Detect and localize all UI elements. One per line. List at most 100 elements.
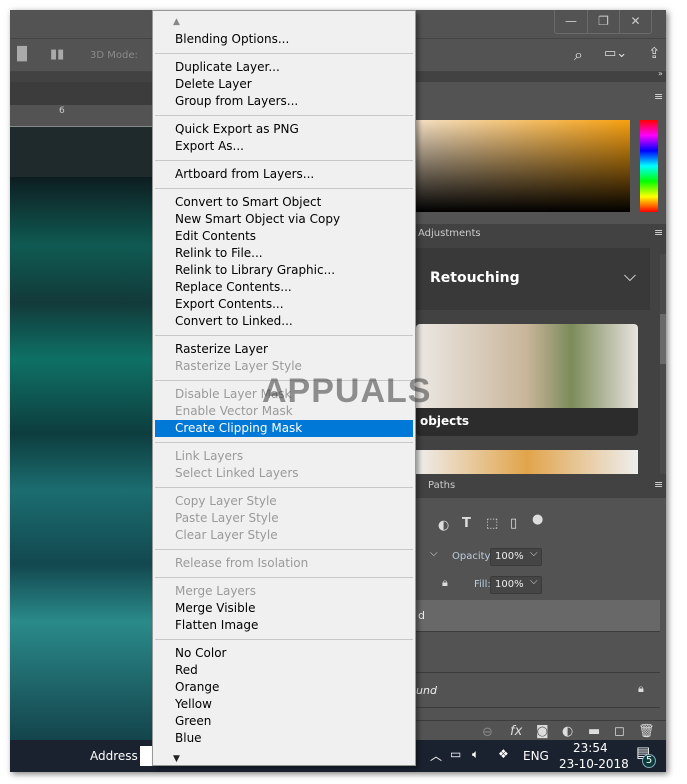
search-icon[interactable]: ⌕ bbox=[574, 45, 583, 65]
card-label: objects bbox=[420, 414, 470, 428]
menu-item-relink-to-file[interactable]: Relink to File... bbox=[155, 245, 413, 262]
menu-item-clear-layer-style: Clear Layer Style bbox=[175, 528, 278, 542]
lock-icon[interactable]: 🔒︎ bbox=[442, 576, 448, 590]
tab-paths[interactable]: Paths bbox=[428, 480, 455, 491]
layer-row-background[interactable]: und 🔒︎ bbox=[416, 674, 660, 708]
menu-item-link-layers: Link Layers bbox=[175, 449, 244, 463]
scroll-up-icon[interactable]: ▲ bbox=[173, 17, 180, 27]
menu-item-relink-to-library-graphic[interactable]: Relink to Library Graphic... bbox=[155, 262, 413, 279]
menu-separator bbox=[155, 188, 413, 189]
scrollbar[interactable] bbox=[660, 254, 666, 480]
menu-item-export-contents[interactable]: Export Contents... bbox=[155, 296, 413, 313]
menu-item-copy-layer-style: Copy Layer Style bbox=[175, 494, 277, 508]
mask-icon[interactable]: ◙ bbox=[536, 724, 549, 739]
menu-separator bbox=[155, 53, 413, 54]
panel-menu-icon[interactable]: ≡ bbox=[654, 478, 663, 491]
canvas-header bbox=[10, 82, 152, 105]
opacity-label: Opacity: bbox=[452, 551, 494, 562]
canvas[interactable] bbox=[10, 127, 152, 747]
menu-item-no-color[interactable]: No Color bbox=[155, 645, 413, 662]
close-button[interactable]: ✕ bbox=[619, 10, 651, 33]
collapse-icon[interactable]: » bbox=[658, 69, 663, 78]
menu-separator bbox=[155, 639, 413, 640]
tutorial-card[interactable]: objects bbox=[416, 324, 638, 436]
clock-date[interactable]: 23-10-2018 bbox=[559, 757, 629, 771]
align-icon[interactable]: ▐▌ bbox=[12, 47, 32, 62]
panel-menu-icon[interactable]: ≡ bbox=[654, 226, 663, 239]
menu-item-merge-layers: Merge Layers bbox=[175, 584, 256, 598]
menu-item-yellow[interactable]: Yellow bbox=[155, 696, 413, 713]
adjustments-panel: Adjustments ≡ Retouching ⌵ objects bbox=[416, 224, 666, 480]
chevron-down-icon[interactable]: ⌵ bbox=[530, 548, 538, 559]
menu-item-flatten-image[interactable]: Flatten Image bbox=[155, 617, 413, 634]
color-field[interactable] bbox=[416, 120, 630, 212]
menu-item-replace-contents[interactable]: Replace Contents... bbox=[155, 279, 413, 296]
adjustment-layer-icon[interactable]: ◐ bbox=[562, 724, 573, 739]
scroll-down-icon[interactable]: ▼ bbox=[173, 754, 180, 764]
menu-item-blending-options[interactable]: Blending Options... bbox=[155, 31, 413, 48]
menu-item-select-linked-layers: Select Linked Layers bbox=[175, 466, 299, 480]
learn-header[interactable]: Retouching ⌵ bbox=[416, 248, 650, 310]
menu-item-edit-contents[interactable]: Edit Contents bbox=[155, 228, 413, 245]
tab-adjustments[interactable]: Adjustments bbox=[418, 228, 481, 239]
menu-item-rasterize-layer[interactable]: Rasterize Layer bbox=[155, 341, 413, 358]
dropbox-icon[interactable]: ❖ bbox=[498, 747, 509, 761]
adjustment-filter-icon[interactable]: ◐ bbox=[438, 518, 449, 533]
menu-item-quick-export-as-png[interactable]: Quick Export as PNG bbox=[155, 121, 413, 138]
link-icon[interactable]: ⊖ bbox=[482, 725, 493, 740]
blend-mode-dropdown[interactable]: ⌵ bbox=[430, 548, 438, 559]
watermark-logo: APPUALS bbox=[262, 372, 432, 410]
volume-icon[interactable]: 🔈︎ bbox=[472, 747, 479, 762]
menu-item-new-smart-object-via-copy[interactable]: New Smart Object via Copy bbox=[155, 211, 413, 228]
battery-icon[interactable]: ▭ bbox=[450, 747, 461, 761]
restore-button[interactable]: ❐ bbox=[587, 10, 619, 33]
notification-badge: 5 bbox=[642, 754, 656, 768]
menu-item-delete-layer[interactable]: Delete Layer bbox=[155, 76, 413, 93]
menu-item-duplicate-layer[interactable]: Duplicate Layer... bbox=[155, 59, 413, 76]
address-input[interactable] bbox=[140, 746, 152, 766]
layer-row-selected[interactable]: d bbox=[416, 600, 660, 632]
menu-separator bbox=[155, 442, 413, 443]
menu-item-merge-visible[interactable]: Merge Visible bbox=[155, 600, 413, 617]
folder-icon[interactable]: ▬ bbox=[588, 724, 600, 739]
menu-item-export-as[interactable]: Export As... bbox=[155, 138, 413, 155]
tray-chevron-icon[interactable]: ︿ bbox=[430, 747, 442, 764]
panel-menu-icon[interactable]: ≡ bbox=[654, 90, 663, 103]
menu-item-blue[interactable]: Blue bbox=[155, 730, 413, 747]
fx-icon[interactable]: fx bbox=[510, 724, 522, 739]
menu-item-group-from-layers[interactable]: Group from Layers... bbox=[155, 93, 413, 110]
menu-separator bbox=[155, 115, 413, 116]
trash-icon[interactable]: 🗑︎ bbox=[638, 724, 655, 739]
card-image bbox=[416, 324, 638, 408]
menu-item-create-clipping-mask[interactable]: Create Clipping Mask bbox=[155, 420, 413, 437]
menu-separator bbox=[155, 549, 413, 550]
smart-object-filter-icon[interactable]: ▯ bbox=[510, 516, 517, 531]
aurora-image bbox=[10, 177, 152, 747]
layer-row[interactable] bbox=[416, 633, 660, 673]
clock-time[interactable]: 23:54 bbox=[573, 741, 608, 755]
menu-item-convert-to-smart-object[interactable]: Convert to Smart Object bbox=[155, 194, 413, 211]
menu-item-red[interactable]: Red bbox=[155, 662, 413, 679]
chevron-down-icon[interactable]: ⌵ bbox=[530, 576, 538, 587]
filter-toggle-icon[interactable]: ● bbox=[532, 512, 543, 527]
workspace-icon[interactable]: ▭⌄ bbox=[604, 46, 627, 61]
new-layer-icon[interactable]: ◻ bbox=[614, 724, 625, 739]
minimize-button[interactable]: — bbox=[555, 10, 587, 33]
menu-separator bbox=[155, 335, 413, 336]
hue-slider[interactable] bbox=[640, 120, 658, 212]
3d-mode-label: 3D Mode: bbox=[90, 50, 138, 61]
menu-item-orange[interactable]: Orange bbox=[155, 679, 413, 696]
menu-item-paste-layer-style: Paste Layer Style bbox=[175, 511, 279, 525]
share-icon[interactable]: ⇪ bbox=[648, 44, 661, 62]
layer-name: und bbox=[416, 684, 437, 697]
menu-item-artboard-from-layers[interactable]: Artboard from Layers... bbox=[155, 166, 413, 183]
menu-item-green[interactable]: Green bbox=[155, 713, 413, 730]
type-filter-icon[interactable]: T bbox=[462, 516, 471, 531]
lock-icon: 🔒︎ bbox=[638, 682, 644, 695]
chevron-down-icon[interactable]: ⌵ bbox=[624, 266, 636, 286]
language-indicator[interactable]: ENG bbox=[523, 749, 549, 763]
shape-filter-icon[interactable]: ⬚ bbox=[486, 516, 498, 531]
distribute-icon[interactable]: ▮▮ bbox=[50, 47, 64, 62]
menu-item-convert-to-linked[interactable]: Convert to Linked... bbox=[155, 313, 413, 330]
layer-name: d bbox=[418, 609, 425, 622]
